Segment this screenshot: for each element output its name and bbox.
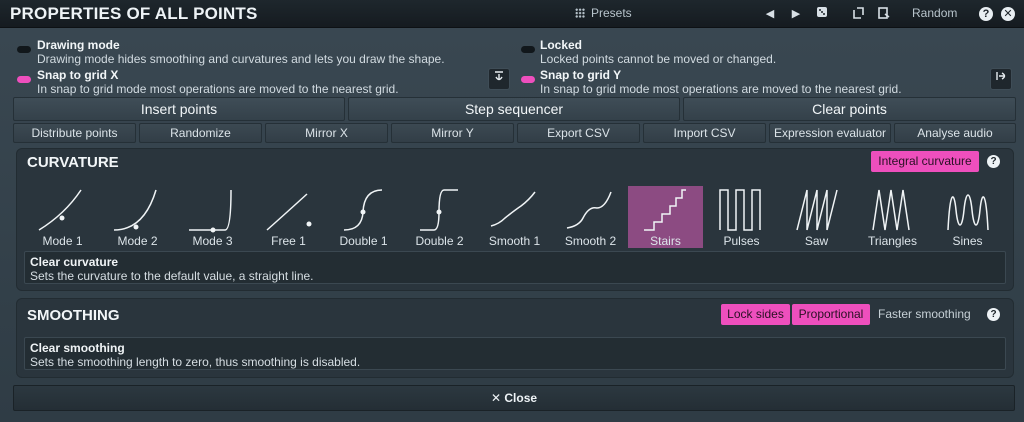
title-bar: PROPERTIES OF ALL POINTS Presets ◀ ▶ Ran…: [0, 0, 1024, 28]
mode-1-curve-icon: [38, 189, 82, 231]
import-csv-button[interactable]: Import CSV: [643, 123, 766, 143]
curvature-stairs[interactable]: Stairs: [628, 186, 703, 248]
mode-label: Double 1: [339, 234, 388, 248]
grid-x-icon: [495, 71, 503, 81]
drawing-mode-title: Drawing mode: [37, 38, 120, 52]
curvature-help-icon[interactable]: ?: [987, 155, 1000, 168]
snap-x-desc: In snap to grid mode most operations are…: [37, 82, 399, 96]
curvature-free-1[interactable]: Free 1: [251, 186, 326, 248]
snap-y-desc: In snap to grid mode most operations are…: [540, 82, 902, 96]
properties-window: PROPERTIES OF ALL POINTS Presets ◀ ▶ Ran…: [0, 0, 1024, 422]
mode-3-curve-icon: [189, 189, 232, 233]
integral-curvature-button[interactable]: Integral curvature: [871, 151, 979, 172]
curvature-sines[interactable]: Sines: [930, 186, 1005, 248]
clear-points-button[interactable]: Clear points: [683, 97, 1016, 121]
mode-label: Mode 3: [192, 234, 233, 248]
curvature-info-title: Clear curvature: [30, 255, 119, 269]
smooth-2-curve-icon: [566, 191, 612, 229]
curvature-info-box: Clear curvature Sets the curvature to th…: [24, 251, 1006, 284]
snap-x-toggle[interactable]: [17, 76, 31, 83]
pulses-curve-icon: [719, 189, 761, 231]
mode-label: Smooth 1: [488, 234, 541, 248]
close-icon[interactable]: ✕: [1001, 7, 1015, 21]
smooth-1-curve-icon: [490, 191, 536, 227]
close-button[interactable]: ✕ Close: [13, 385, 1015, 411]
snap-x-grid-button[interactable]: [488, 68, 510, 90]
curvature-mode-1[interactable]: Mode 1: [25, 186, 100, 248]
mode-label: Stairs: [650, 234, 681, 248]
mode-label: Saw: [804, 234, 829, 248]
insert-points-button[interactable]: Insert points: [13, 97, 345, 121]
snap-y-toggle[interactable]: [521, 76, 535, 83]
free-1-curve-icon: [266, 193, 312, 231]
mode-2-curve-icon: [113, 189, 157, 231]
randomize-button[interactable]: Randomize: [139, 123, 262, 143]
sines-curve-icon: [947, 194, 989, 231]
curvature-saw[interactable]: Saw: [779, 186, 854, 248]
locked-title: Locked: [540, 38, 583, 52]
expression-evaluator-button[interactable]: Expression evaluator: [769, 123, 891, 143]
proportional-button[interactable]: Proportional: [792, 304, 870, 325]
curvature-smooth-2[interactable]: Smooth 2: [553, 186, 628, 248]
window-title: PROPERTIES OF ALL POINTS: [10, 4, 258, 23]
drawing-mode-desc: Drawing mode hides smoothing and curvatu…: [37, 52, 445, 66]
export-csv-button[interactable]: Export CSV: [517, 123, 640, 143]
mode-label: Double 2: [415, 234, 464, 248]
lock-sides-button[interactable]: Lock sides: [721, 304, 790, 325]
distribute-points-button[interactable]: Distribute points: [13, 123, 136, 143]
mirror-x-button[interactable]: Mirror X: [265, 123, 388, 143]
curvature-smooth-1[interactable]: Smooth 1: [477, 186, 552, 248]
presets-label: Presets: [591, 6, 632, 20]
curvature-double-1[interactable]: Double 1: [326, 186, 401, 248]
curvature-pulses[interactable]: Pulses: [704, 186, 779, 248]
smoothing-help-icon[interactable]: ?: [987, 308, 1000, 321]
close-x-icon: ✕: [490, 391, 502, 405]
curvature-info-desc: Sets the curvature to the default value,…: [30, 269, 314, 283]
mode-label: Pulses: [723, 234, 760, 248]
smoothing-info-box: Clear smoothing Sets the smoothing lengt…: [24, 337, 1006, 370]
faster-smoothing-button[interactable]: Faster smoothing: [878, 307, 971, 321]
close-label: Close: [504, 391, 538, 405]
copy-icon[interactable]: [850, 6, 866, 22]
mirror-y-button[interactable]: Mirror Y: [391, 123, 514, 143]
smoothing-title: SMOOTHING: [27, 307, 120, 324]
curvature-mode-2[interactable]: Mode 2: [100, 186, 175, 248]
stairs-curve-icon: [644, 189, 686, 231]
mode-label: Free 1: [271, 234, 306, 248]
curvature-double-2[interactable]: Double 2: [402, 186, 477, 248]
double-1-curve-icon: [343, 189, 383, 231]
previous-preset-icon[interactable]: ◀: [762, 6, 778, 22]
paste-icon[interactable]: [876, 6, 892, 22]
dice-icon[interactable]: [814, 6, 830, 22]
locked-desc: Locked points cannot be moved or changed…: [540, 52, 777, 66]
mode-label: Smooth 2: [564, 234, 617, 248]
presets-button[interactable]: Presets: [575, 6, 632, 20]
snap-y-title: Snap to grid Y: [540, 68, 622, 82]
smoothing-info-title: Clear smoothing: [30, 341, 125, 355]
snap-y-grid-button[interactable]: [990, 68, 1012, 90]
saw-curve-icon: [796, 189, 838, 231]
curvature-title: CURVATURE: [27, 154, 119, 171]
mode-label: Mode 1: [42, 234, 83, 248]
mode-label: Sines: [952, 234, 983, 248]
curvature-triangles[interactable]: Triangles: [855, 186, 930, 248]
triangles-curve-icon: [872, 189, 910, 231]
mode-label: Triangles: [868, 234, 917, 248]
double-2-curve-icon: [420, 189, 458, 231]
grid-y-icon: [996, 72, 1006, 80]
help-icon[interactable]: ?: [979, 7, 993, 21]
random-button[interactable]: Random: [912, 6, 957, 20]
snap-x-title: Snap to grid X: [37, 68, 119, 82]
locked-toggle[interactable]: [521, 46, 535, 53]
next-preset-icon[interactable]: ▶: [788, 6, 804, 22]
step-sequencer-button[interactable]: Step sequencer: [348, 97, 680, 121]
smoothing-info-desc: Sets the smoothing length to zero, thus …: [30, 355, 361, 369]
curvature-mode-3[interactable]: Mode 3: [175, 186, 250, 248]
grid-icon: [575, 8, 585, 18]
analyse-audio-button[interactable]: Analyse audio: [894, 123, 1016, 143]
mode-label: Mode 2: [117, 234, 158, 248]
drawing-mode-toggle[interactable]: [17, 46, 31, 53]
